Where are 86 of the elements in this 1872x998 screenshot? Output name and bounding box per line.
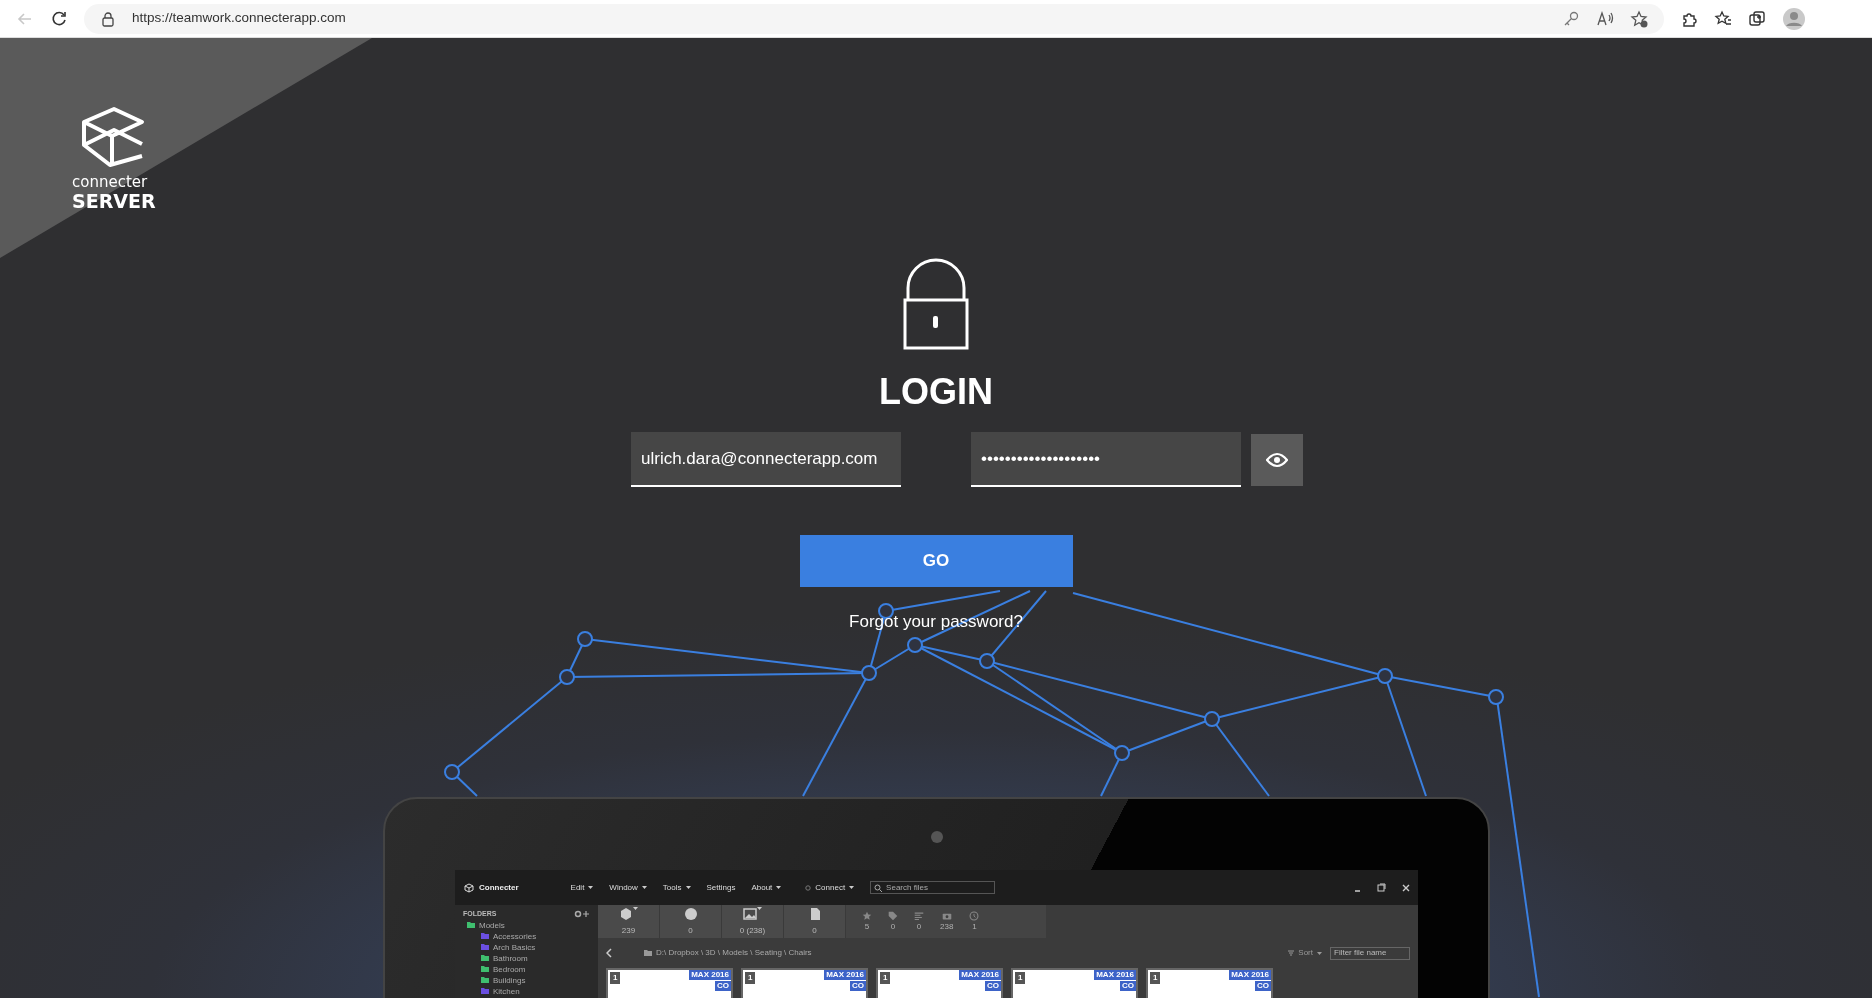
connect-menu[interactable]: Connect [815,881,855,894]
clock-icon [969,910,980,921]
count-badge: 1 [745,972,756,984]
lock-icon[interactable] [100,10,116,27]
file-thumbnail[interactable]: 1 MAX 2016 CO [741,968,868,998]
eye-icon [1266,450,1288,469]
sort-icon [1288,950,1295,956]
password-field[interactable]: •••••••••••••••••••• [971,432,1241,487]
file-thumbnail[interactable]: 1 MAX 2016 CO [1011,968,1138,998]
sphere-icon [683,906,698,921]
version-badge: MAX 2016 [824,970,866,980]
add-icon[interactable] [582,910,590,919]
email-field[interactable]: ulrich.dara@connecterapp.com [631,432,901,487]
menu-item[interactable]: Edit [570,881,594,894]
filter-toggle[interactable]: 0 [914,910,924,933]
file-thumbnail[interactable]: 1 MAX 2016 CO [876,968,1003,998]
count-badge: 1 [610,972,621,984]
menu-item[interactable]: Settings [706,881,736,894]
cube-logo-icon [80,106,146,168]
filter-toggle[interactable]: 238 [940,910,954,933]
product-name: SERVER [72,190,156,212]
tag-badge: CO [1120,981,1136,991]
favorite-add-icon[interactable] [1630,9,1648,28]
caret-icon [849,886,855,889]
app-name: Connecter [479,881,519,894]
filter-toggle[interactable]: 0 [888,910,898,933]
cube-icon [619,906,633,921]
settings-icon[interactable] [574,910,582,919]
bars-icon [914,910,924,921]
version-badge: MAX 2016 [689,970,731,980]
version-badge: MAX 2016 [1094,970,1136,980]
tag-badge: CO [985,981,1001,991]
menu-item[interactable]: Tools [662,881,691,894]
version-badge: MAX 2016 [959,970,1001,980]
refresh-icon[interactable] [50,9,68,28]
back-icon[interactable] [606,948,612,958]
logo-text: connecter [72,174,148,191]
image-icon [743,906,757,921]
filter-toggle[interactable]: 1 [969,910,980,933]
collections-icon[interactable] [1748,9,1766,28]
tag-badge: CO [850,981,866,991]
filter-tab[interactable]: 0 (238) [722,905,784,938]
folder-item[interactable]: Bathroom [463,952,590,964]
app-logo-icon [463,881,475,894]
folder-item[interactable]: Arch Basics [463,941,590,953]
count-badge: 1 [1015,972,1026,984]
profile-avatar[interactable] [1782,6,1806,31]
restore-icon[interactable] [1377,883,1386,892]
count-badge: 1 [1150,972,1161,984]
sort-menu[interactable]: Sort [1288,947,1322,959]
menu-item[interactable]: Window [609,881,647,894]
folder-item[interactable]: Models [463,919,590,931]
breadcrumb-path: D:\ Dropbox \ 3D \ Models \ Seating \ Chairs [656,947,812,959]
read-aloud-icon[interactable] [1596,9,1614,28]
version-badge: MAX 2016 [1229,970,1271,980]
menu-item[interactable]: About [751,881,782,894]
tag-icon [888,910,898,921]
star-icon [862,910,872,921]
filter-tab[interactable]: 239 [598,905,660,938]
folder-item[interactable]: Buildings [463,974,590,986]
show-password-button[interactable] [1251,433,1303,486]
status-icon [805,884,812,891]
filter-field[interactable]: Filter file name [1330,946,1410,960]
go-button[interactable]: GO [799,535,1073,587]
padlock-icon [903,258,969,350]
login-title: LOGIN [879,374,993,410]
tag-badge: CO [1255,981,1271,991]
file-thumbnail[interactable]: 1 MAX 2016 CO [1146,968,1273,998]
favorites-icon[interactable] [1714,9,1732,28]
caret-icon [1317,951,1322,955]
folder-icon [644,949,652,957]
tag-badge: CO [715,981,731,991]
key-icon[interactable] [1562,9,1580,28]
search-field[interactable]: Search files [870,881,996,894]
folder-item[interactable]: Accessories [463,930,590,942]
count-badge: 1 [880,972,891,984]
close-icon[interactable] [1402,883,1410,892]
camera-icon [931,831,943,843]
folder-item[interactable]: Bedroom [463,963,590,975]
filter-toggle[interactable]: 5 [862,910,872,933]
file-thumbnail[interactable]: 1 MAX 2016 CO [606,968,733,998]
folder-item[interactable]: Kitchen [463,985,590,997]
filter-tab[interactable]: 0 [660,905,722,938]
filter-tab[interactable]: 0 [784,905,846,938]
search-icon [874,883,883,892]
url-text[interactable]: https://teamwork.connecterapp.com [132,8,346,29]
